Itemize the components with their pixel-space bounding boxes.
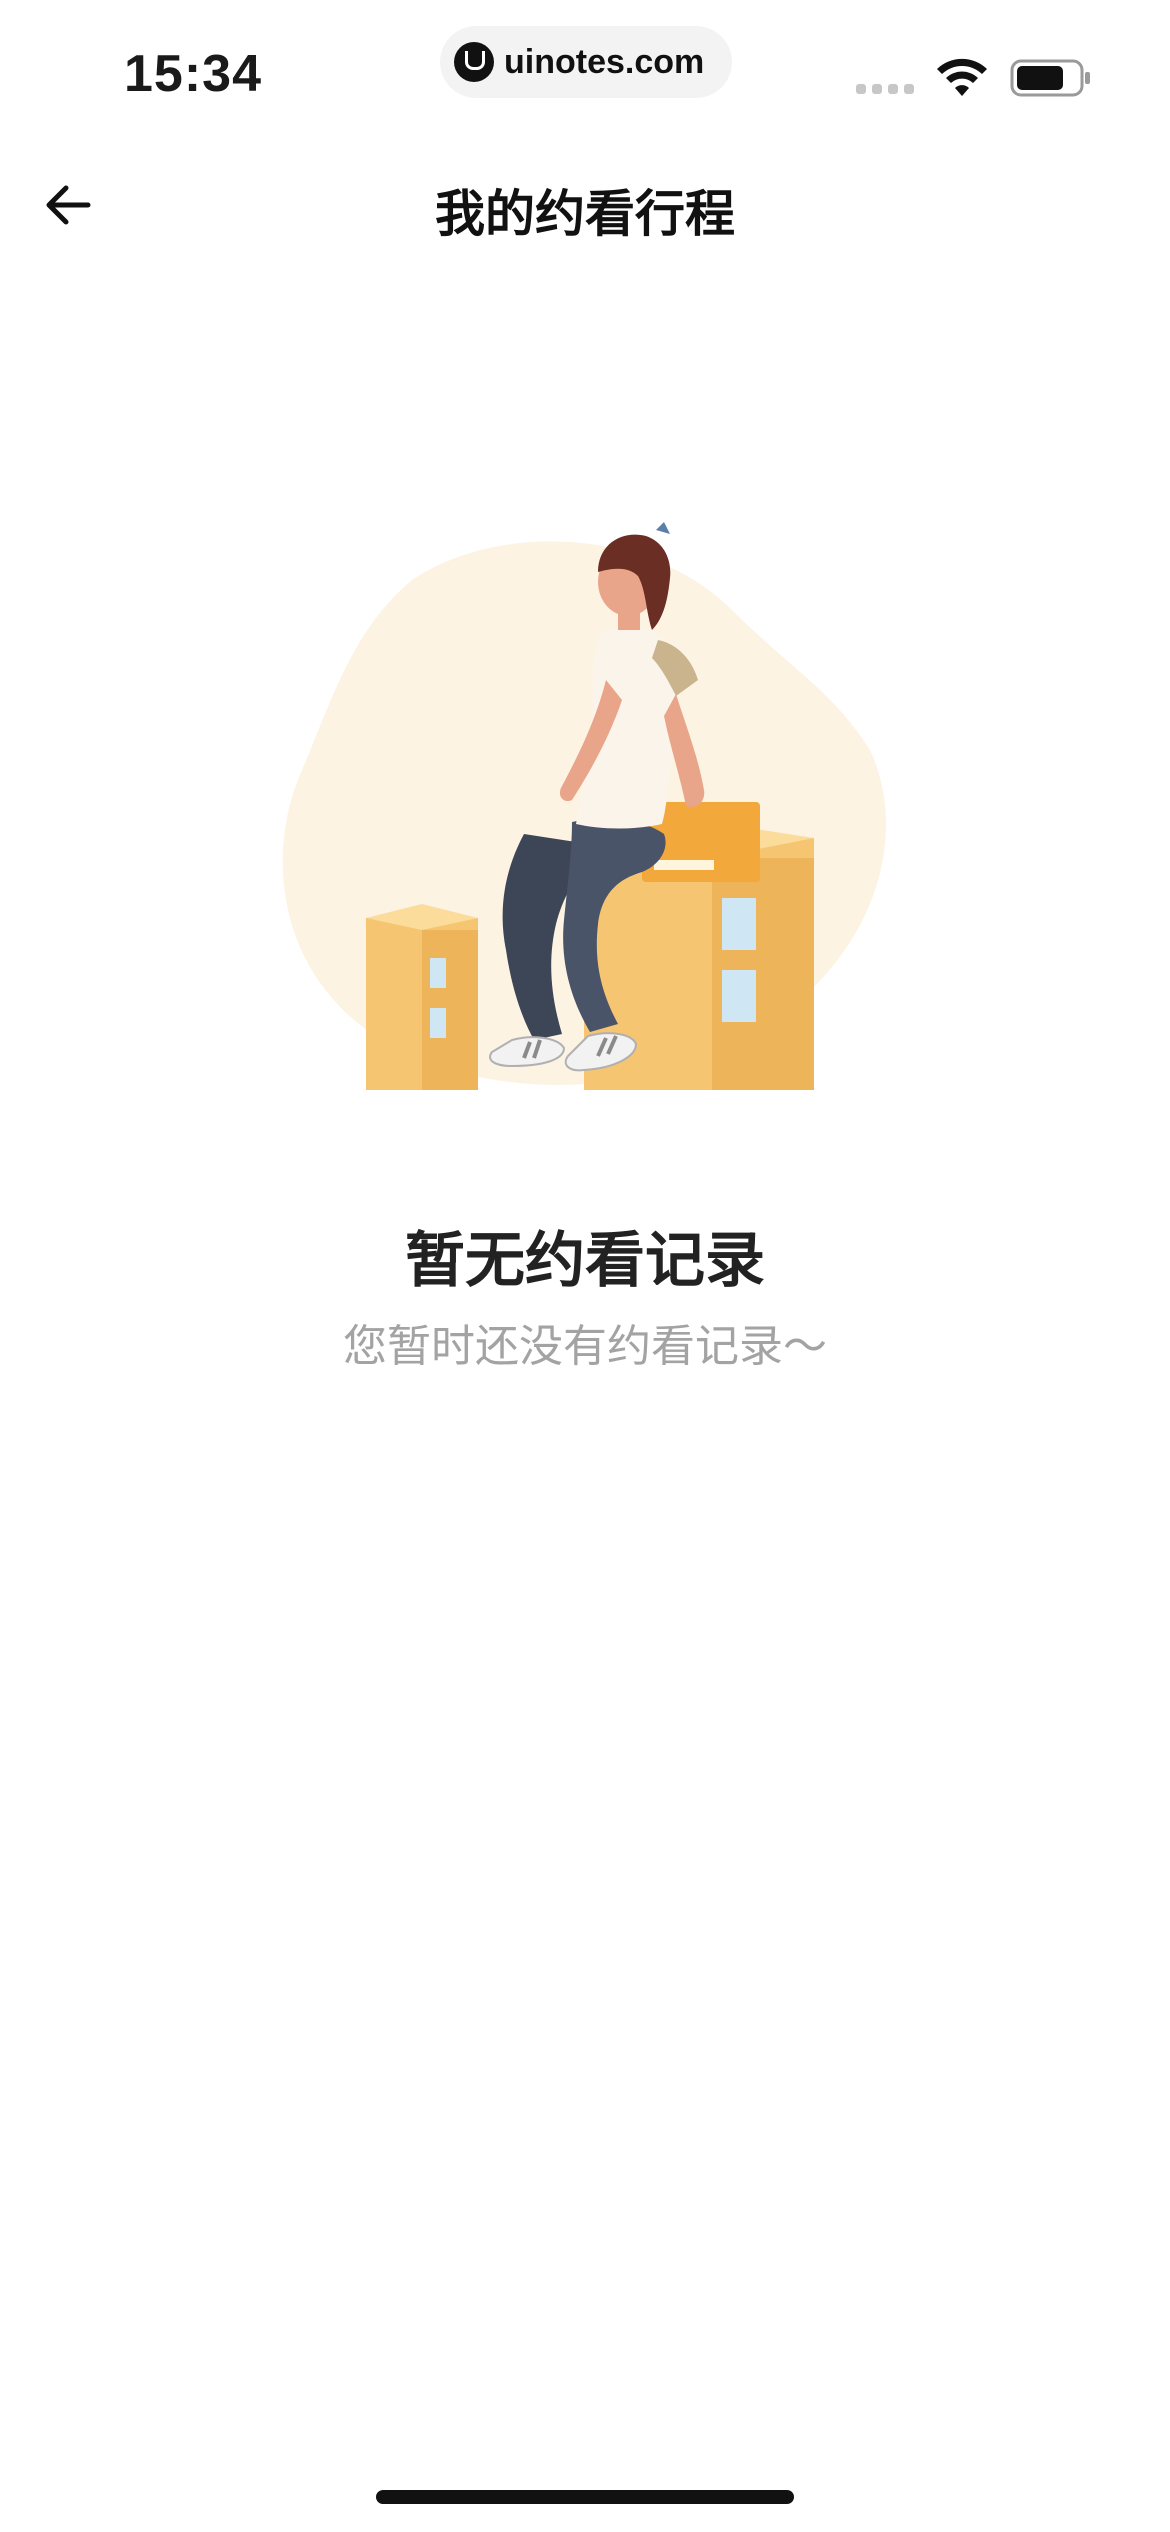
home-indicator[interactable] — [376, 2490, 794, 2504]
empty-state-subtitle: 您暂时还没有约看记录～ — [343, 1321, 827, 1372]
page-title: 我的约看行程 — [435, 185, 735, 243]
status-bar: 15:34 uinotes.com — [0, 0, 1170, 150]
status-time: 15:34 — [124, 45, 262, 103]
empty-state-illustration — [282, 522, 887, 1090]
nav-bar: 我的约看行程 — [0, 150, 1170, 270]
empty-state-title: 暂无约看记录 — [405, 1226, 765, 1296]
url-text: uinotes.com — [504, 42, 705, 81]
signal-icon — [856, 84, 914, 94]
battery-icon — [1010, 59, 1090, 97]
site-logo-icon — [454, 42, 494, 82]
wifi-icon — [937, 58, 987, 96]
url-pill[interactable]: uinotes.com — [440, 26, 732, 98]
